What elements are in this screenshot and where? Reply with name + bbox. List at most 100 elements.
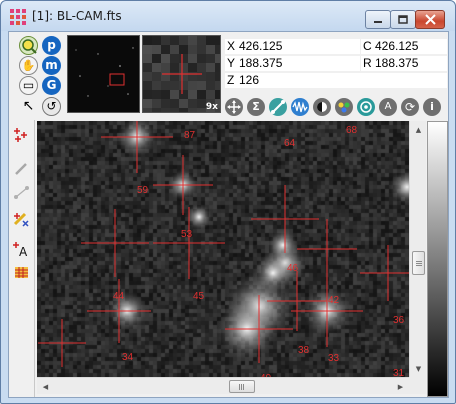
scroll-corner [409,377,426,394]
scroll-left-arrow[interactable]: ◀ [37,378,54,395]
annotate-icon: A [384,101,392,112]
horizontal-scrollbar[interactable]: ◀ ▶ [37,377,409,394]
client-area: p ✋ m ▭ G ↖ ↺ 9x X 426.125 C 426.125 Y 1… [8,31,449,398]
pointer-tool-button[interactable]: ↖ [19,97,38,116]
magnifier-zoom-label: 9x [205,102,218,112]
rect-icon: ▭ [22,78,35,92]
minimize-button[interactable] [365,10,391,29]
sigma-icon: Σ [252,100,260,113]
x-value: 426.125 [239,39,283,53]
g-icon: G [46,78,57,92]
maximize-button[interactable] [390,10,416,29]
marker-label: 33 [328,353,340,364]
close-button[interactable] [415,10,445,29]
minimize-icon [374,20,382,23]
p-icon: p [47,38,56,52]
z-coord-field: Z 126 [225,73,447,88]
clear-markers-icon [13,212,29,227]
g-tool-button[interactable]: G [42,76,61,95]
marker-label: 46 [287,263,299,274]
m-icon: m [45,58,58,72]
cursor-icon: ↖ [22,98,35,114]
line-marker-icon [14,186,29,199]
line-marker-button[interactable] [13,184,30,201]
reset-icon: ↺ [46,99,57,113]
vertical-scroll-thumb[interactable] [412,251,425,275]
marker-label: 36 [393,315,405,326]
sigma-button[interactable]: Σ [247,98,265,116]
contrast-icon [317,102,327,112]
vertical-scrollbar[interactable]: ▲ ▼ [409,121,426,377]
move-button[interactable] [225,98,243,116]
marker-label: 68 [346,125,358,136]
svg-text:A: A [19,245,28,257]
add-text-button[interactable]: A [13,240,30,259]
marker-label: 45 [193,291,205,302]
x-coord-field: X 426.125 [225,39,360,54]
maximize-icon [398,14,408,24]
marker-label: 44 [113,291,125,302]
refresh-button[interactable]: ⟳ [401,98,419,116]
contrast-button[interactable] [313,98,331,116]
waveform-icon [292,101,308,113]
marker-label: 34 [122,352,134,363]
scroll-down-arrow[interactable]: ▼ [410,360,427,377]
p-tool-button[interactable]: p [42,36,61,55]
pan-window[interactable] [67,35,140,113]
clear-markers-button[interactable] [13,210,30,227]
zoom-icon [22,39,37,54]
magnifier-window: 9x [142,35,221,113]
target-button[interactable] [357,98,375,116]
marker-set-icon [14,128,27,142]
marker-overlay: 876468595346454442363438333140 [38,121,416,377]
marker-label: 31 [393,368,405,377]
y-coord-field: Y 188.375 [225,56,360,71]
marker-label: 87 [184,130,196,141]
refresh-icon: ⟳ [404,100,416,114]
table-button[interactable] [13,264,30,281]
window-title: [1]: BL-CAM.fts [32,9,122,23]
add-text-icon: A [13,242,28,259]
table-icon [15,267,28,278]
info-button[interactable]: i [423,98,441,116]
m-tool-button[interactable]: m [42,56,61,75]
waveform-button[interactable] [291,98,309,116]
pan-tool-button[interactable]: ✋ [19,56,38,75]
c-coord-field: C 426.125 [361,39,447,54]
reset-tool-button[interactable]: ↺ [42,97,61,116]
marker-label: 64 [284,138,296,149]
palette-icon [338,102,350,113]
measure-button[interactable] [269,98,287,116]
marker-label: 53 [181,229,193,240]
horizontal-scroll-thumb[interactable] [229,380,255,393]
marker-label: 42 [328,295,340,306]
scroll-up-arrow[interactable]: ▲ [410,121,427,138]
close-icon [424,14,436,25]
marker-label: 59 [137,185,149,196]
move-icon [227,100,241,114]
r-value: 188.375 [375,56,419,70]
left-toolbar: A [9,120,35,397]
intensity-colorbar [427,121,448,397]
pencil-button[interactable] [13,160,30,177]
scroll-right-arrow[interactable]: ▶ [392,378,409,395]
y-value: 188.375 [239,56,283,70]
pencil-icon [15,163,27,175]
marker-set-button[interactable] [13,126,30,143]
zoom-tool-button[interactable] [19,36,38,55]
c-value: 426.125 [375,39,419,53]
image-display[interactable]: 876468595346454442363438333140 [37,121,421,377]
rect-tool-button[interactable]: ▭ [19,76,38,95]
measure-icon [271,100,285,114]
application-window: [1]: BL-CAM.fts p ✋ m ▭ G ↖ ↺ 9x X 426.1… [0,0,456,404]
palette-button[interactable] [335,98,353,116]
marker-label: 38 [298,345,310,356]
title-bar[interactable]: [1]: BL-CAM.fts [1,1,455,31]
app-grid-icon [10,9,26,25]
top-control-panel: p ✋ m ▭ G ↖ ↺ 9x X 426.125 C 426.125 Y 1… [9,32,448,118]
z-value: 126 [239,73,260,87]
annotate-button[interactable]: A [379,98,397,116]
r-coord-field: R 188.375 [361,56,447,71]
target-icon [360,101,372,113]
info-icon: i [430,100,434,113]
